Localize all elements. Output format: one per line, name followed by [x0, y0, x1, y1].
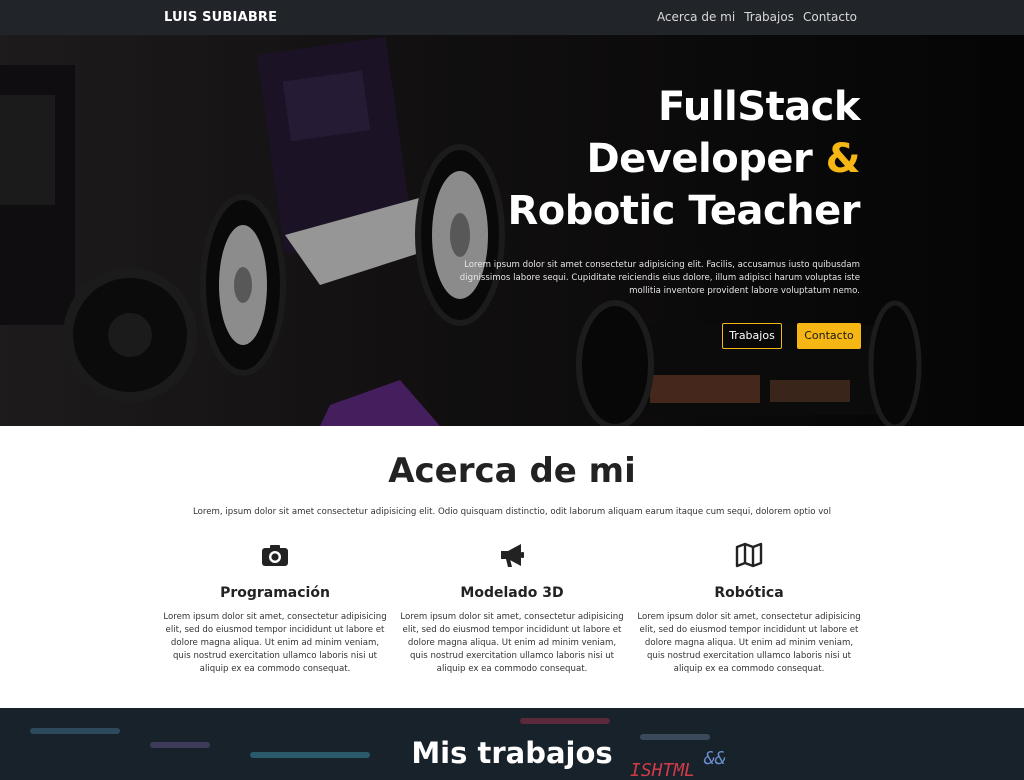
- megaphone-icon: [501, 544, 524, 567]
- navbar: LUIS SUBIABRE Acerca de mi Trabajos Cont…: [0, 0, 1024, 35]
- hero-title-line1: FullStack: [658, 84, 860, 130]
- hero-title-line2: Developer &: [508, 133, 861, 185]
- camera-icon: [262, 545, 288, 566]
- works-button[interactable]: Trabajos: [722, 323, 782, 349]
- works-section: ISHTML && Mis trabajos: [0, 708, 1024, 780]
- nav-links: Acerca de mi Trabajos Contacto: [657, 10, 857, 24]
- hero-description: Lorem ipsum dolor sit amet consectetur a…: [459, 260, 860, 296]
- about-lead: Lorem, ipsum dolor sit amet consectetur …: [193, 507, 831, 517]
- about-column-title: Robótica: [714, 585, 784, 601]
- hero-section: FullStack Developer & Robotic Teacher Lo…: [0, 35, 1024, 426]
- map-icon: [735, 542, 763, 568]
- about-column-modelado: Modelado 3D Lorem ipsum dolor sit amet, …: [399, 540, 625, 676]
- hero-title-line3: Robotic Teacher: [507, 188, 861, 234]
- nav-link-contacto[interactable]: Contacto: [803, 10, 857, 24]
- about-column-text: Lorem ipsum dolor sit amet, consectetur …: [400, 612, 624, 674]
- about-column-programacion: Programación Lorem ipsum dolor sit amet,…: [162, 540, 388, 676]
- about-column-title: Programación: [220, 585, 330, 601]
- works-title: Mis trabajos: [411, 736, 613, 770]
- nav-link-acerca[interactable]: Acerca de mi: [657, 10, 735, 24]
- nav-link-trabajos[interactable]: Trabajos: [744, 10, 794, 24]
- hero-title: FullStack Developer & Robotic Teacher: [508, 81, 861, 237]
- about-column-robotica: Robótica Lorem ipsum dolor sit amet, con…: [636, 540, 862, 676]
- brand-logo[interactable]: LUIS SUBIABRE: [164, 10, 277, 25]
- contact-button[interactable]: Contacto: [797, 323, 861, 349]
- about-column-text: Lorem ipsum dolor sit amet, consectetur …: [637, 612, 861, 674]
- about-column-text: Lorem ipsum dolor sit amet, consectetur …: [163, 612, 387, 674]
- about-column-title: Modelado 3D: [460, 585, 564, 601]
- hero-title-line2-text: Developer: [586, 136, 826, 182]
- about-title: Acerca de mi: [388, 451, 636, 491]
- hero-title-ampersand: &: [825, 136, 861, 182]
